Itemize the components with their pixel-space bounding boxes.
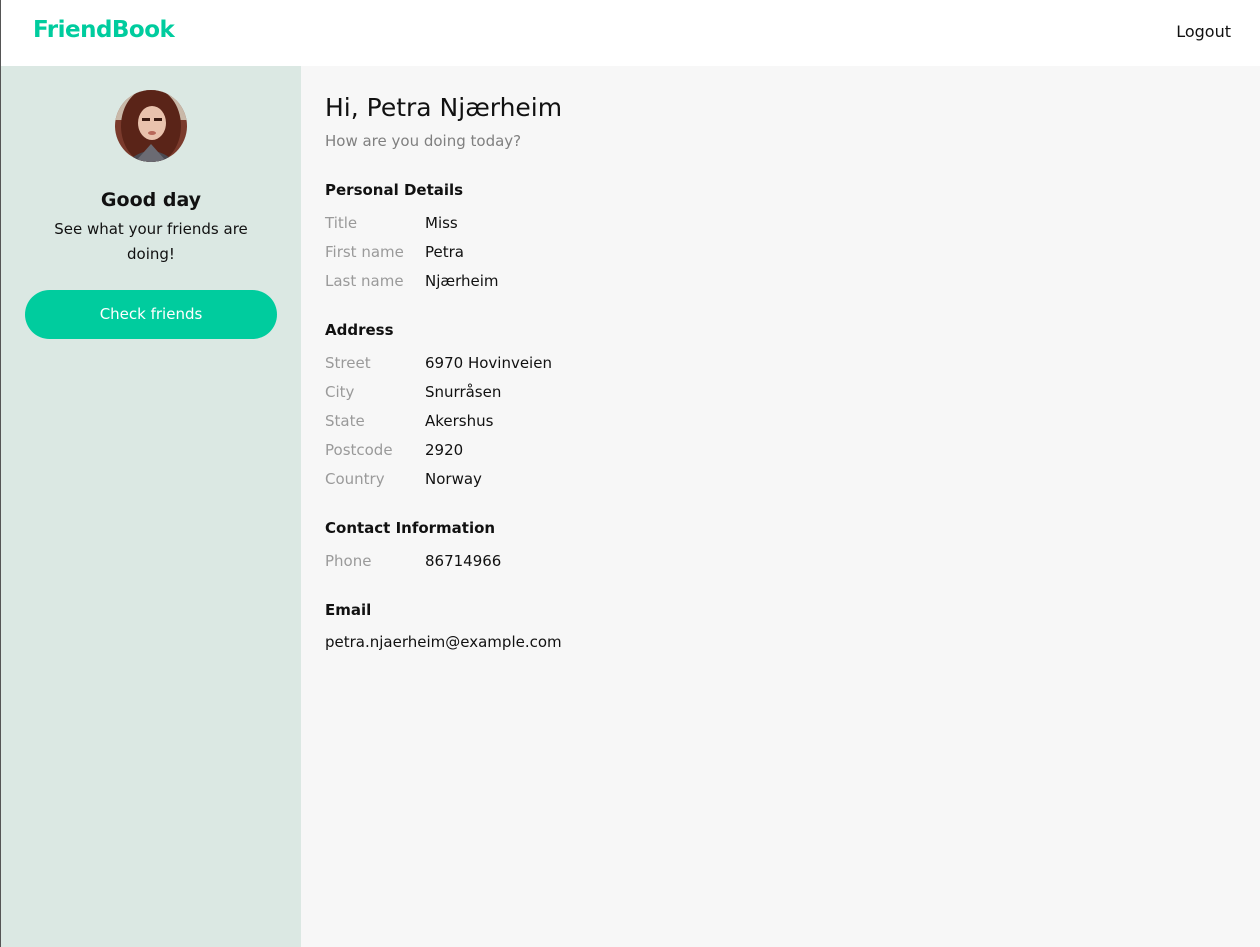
brand-logo[interactable]: FriendBook — [33, 17, 175, 43]
detail-label: Title — [325, 214, 358, 232]
top-bar: FriendBook Logout — [1, 0, 1260, 66]
sidebar-greeting: Good day — [100, 189, 202, 211]
email-heading: Email — [325, 601, 372, 619]
detail-value: Norway — [425, 470, 482, 488]
email-value: petra.njaerheim@example.com — [325, 633, 562, 651]
detail-label: Last name — [325, 272, 404, 290]
profile-panel: Hi, Petra Njærheim How are you doing tod… — [301, 66, 1260, 947]
logout-button[interactable]: Logout — [1176, 22, 1231, 41]
contact-heading: Contact Information — [325, 519, 496, 537]
avatar — [115, 90, 187, 162]
detail-label: Phone — [325, 552, 372, 570]
page-title: Hi, Petra Njærheim — [325, 93, 563, 122]
detail-label: City — [325, 383, 355, 401]
detail-value: Petra — [425, 243, 464, 261]
detail-value: 2920 — [425, 441, 464, 459]
detail-value: Miss — [425, 214, 458, 232]
sidebar: Good day See what your friends are doing… — [1, 66, 301, 947]
address-heading: Address — [325, 321, 394, 339]
detail-label: Street — [325, 354, 371, 372]
detail-value: Akershus — [425, 412, 494, 430]
detail-value: 6970 Hovinveien — [425, 354, 552, 372]
detail-label: First name — [325, 243, 404, 261]
app-window: FriendBook Logout Good day See what your… — [0, 0, 1260, 947]
detail-value: 86714966 — [425, 552, 502, 570]
avatar-photo-icon — [115, 90, 187, 162]
sidebar-subgreeting: See what your friends are doing! — [54, 220, 248, 263]
page-subtitle: How are you doing today? — [325, 132, 522, 150]
check-friends-button[interactable]: Check friends — [25, 290, 277, 339]
detail-label: State — [325, 412, 365, 430]
detail-label: Country — [325, 470, 385, 488]
detail-value: Njærheim — [425, 272, 499, 290]
detail-label: Postcode — [325, 441, 393, 459]
detail-value: Snurråsen — [425, 383, 502, 401]
personal-details-heading: Personal Details — [325, 181, 464, 199]
